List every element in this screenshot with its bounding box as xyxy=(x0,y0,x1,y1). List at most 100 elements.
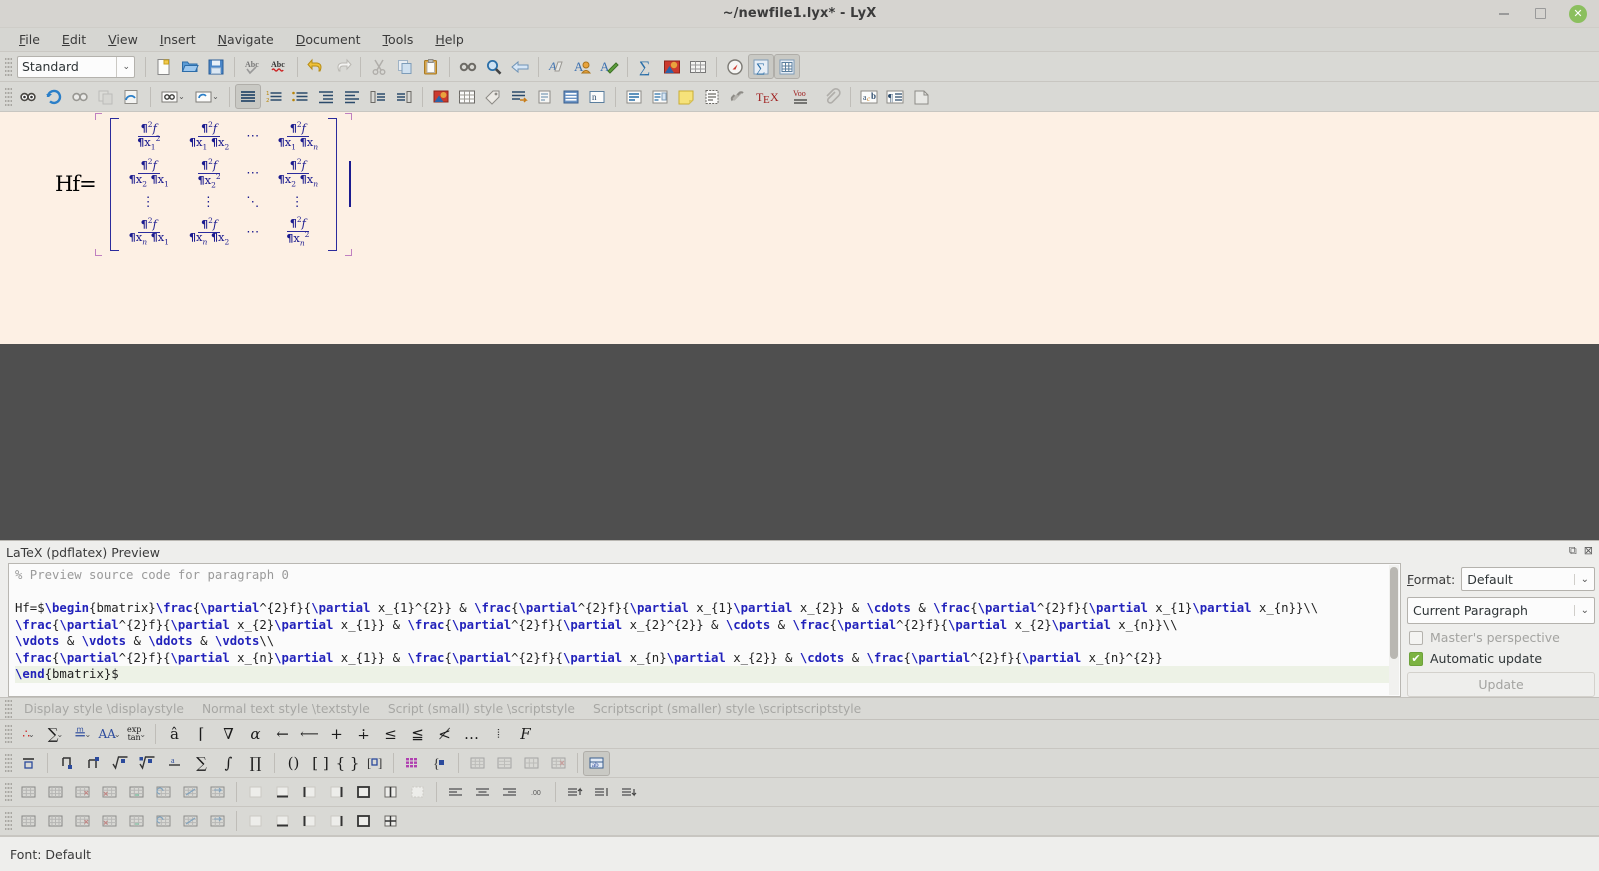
math-script-font-icon[interactable]: F xyxy=(512,722,539,747)
back-arrow-icon[interactable] xyxy=(507,54,533,79)
table-add-col-left-icon[interactable] xyxy=(42,780,69,805)
table-align-left-icon[interactable] xyxy=(442,780,469,805)
insert-toc-icon[interactable]: Voo xyxy=(785,84,819,109)
insert-citation-icon[interactable] xyxy=(532,84,558,109)
insert-box-icon[interactable] xyxy=(699,84,725,109)
cut-icon[interactable] xyxy=(366,54,392,79)
matrix-cell[interactable]: ¶2f¶x2 ¶x1 xyxy=(119,155,179,192)
toolbar-grip[interactable] xyxy=(5,699,12,719)
view-other-format-icon[interactable] xyxy=(119,84,145,109)
table-rotate-cell-icon[interactable] xyxy=(150,780,177,805)
new-document-icon[interactable] xyxy=(151,54,177,79)
math-superscript-icon[interactable] xyxy=(80,751,107,776)
matrix-cell[interactable]: ¶2f¶x1 ¶x2 xyxy=(179,118,239,155)
math-operator-plus-icon[interactable]: + xyxy=(323,722,350,747)
math-dot-operator-icon[interactable]: ∔ xyxy=(350,722,377,747)
matrix-cell[interactable]: ¶2f¶x22 xyxy=(179,155,239,192)
table-valign-bottom-icon[interactable] xyxy=(615,780,642,805)
float-panel-icon[interactable]: ⧉ xyxy=(1569,544,1577,558)
view-master-icon[interactable] xyxy=(67,84,93,109)
scrollbar-thumb[interactable] xyxy=(1390,567,1398,659)
open-document-icon[interactable] xyxy=(177,54,203,79)
insert-note-icon[interactable] xyxy=(673,84,699,109)
spellcheck-icon[interactable]: Abc xyxy=(240,54,266,79)
menu-view[interactable]: View xyxy=(97,29,149,50)
update-format-dropdown-icon[interactable]: ⌄ xyxy=(190,84,224,109)
thesaurus-icon[interactable]: Abc xyxy=(266,54,292,79)
menu-document[interactable]: Document xyxy=(285,29,372,50)
insert-file-icon[interactable] xyxy=(819,84,845,109)
math-relation-leq-icon[interactable]: ≦ xyxy=(404,722,431,747)
insert-table-icon[interactable] xyxy=(454,84,480,109)
matrix-cell[interactable]: ¶2f¶x1 ¶xn xyxy=(268,118,328,155)
toolbar-grip[interactable] xyxy=(5,87,12,107)
toggle-table-toolbar-icon[interactable] xyxy=(774,54,800,79)
table-border-right-icon[interactable] xyxy=(323,780,350,805)
math-subscript-icon[interactable] xyxy=(53,751,80,776)
style-scriptscriptstyle[interactable]: Scriptscript (smaller) style \scriptscri… xyxy=(584,702,870,716)
insert-crossref-icon[interactable] xyxy=(506,84,532,109)
toolbar-grip[interactable] xyxy=(5,782,12,802)
table-align-right-icon[interactable] xyxy=(496,780,523,805)
table-swap-icon[interactable] xyxy=(204,780,231,805)
math-relation-less-icon[interactable]: ≤ xyxy=(377,722,404,747)
insert-graphics-icon[interactable] xyxy=(428,84,454,109)
insert-nomenclature-icon[interactable]: n xyxy=(584,84,610,109)
paste-icon[interactable] xyxy=(418,54,444,79)
table-add-row-above-icon[interactable] xyxy=(15,780,42,805)
math-parens-icon[interactable]: () xyxy=(280,751,307,776)
table2-col-icon[interactable] xyxy=(42,809,69,834)
insert-footnote-icon[interactable] xyxy=(621,84,647,109)
document-work-area[interactable]: Hf= ¶2f¶x12 ¶2f¶x1 ¶x2 ⋯ ¶2f¶x1 ¶xn xyxy=(0,112,1599,344)
table2-border-left-icon[interactable] xyxy=(296,809,323,834)
table-border-all-icon[interactable] xyxy=(350,780,377,805)
menu-edit[interactable]: Edit xyxy=(51,29,97,50)
math-functions-icon[interactable]: exptan⌄ xyxy=(123,722,150,747)
matrix-cell[interactable]: ¶2f¶xn ¶x2 xyxy=(179,213,239,250)
math-misc-dots-icon[interactable]: … xyxy=(458,722,485,747)
copy-icon[interactable] xyxy=(392,54,418,79)
matrix-cell-vdots[interactable]: ⋮ xyxy=(268,192,328,213)
description-list-icon[interactable] xyxy=(313,84,339,109)
table-valign-top-icon[interactable] xyxy=(561,780,588,805)
insert-math-icon[interactable]: ∑ xyxy=(633,54,659,79)
view-format-dropdown-icon[interactable]: ⌄ xyxy=(156,84,190,109)
table2-multicol-icon[interactable] xyxy=(204,809,231,834)
math-long-arrow-icon[interactable]: ⟵ xyxy=(296,722,323,747)
close-button[interactable]: ✕ xyxy=(1569,5,1587,23)
list-environment-icon[interactable] xyxy=(339,84,365,109)
redo-icon[interactable] xyxy=(329,54,355,79)
matrix-cell-ddots[interactable]: ⋱ xyxy=(239,192,268,213)
insert-tex-code-icon[interactable]: TEX xyxy=(751,84,785,109)
minimize-button[interactable] xyxy=(1495,5,1512,22)
insert-index-icon[interactable] xyxy=(558,84,584,109)
table2-border-right-icon[interactable] xyxy=(323,809,350,834)
table-border-clear-icon[interactable] xyxy=(404,780,431,805)
math-matrix-rows-icon[interactable] xyxy=(518,751,545,776)
math-fraction-icon[interactable]: ≞⌄ xyxy=(69,722,96,747)
undo-icon[interactable] xyxy=(303,54,329,79)
math-spacing-icon[interactable]: ⦙ xyxy=(485,722,512,747)
math-greek-alpha-icon[interactable]: α xyxy=(242,722,269,747)
automatic-update-checkbox[interactable]: ✔ xyxy=(1409,652,1423,666)
matrix-cell[interactable]: ¶2f¶x2 ¶xn xyxy=(268,155,328,192)
insert-hyperlink-icon[interactable] xyxy=(725,84,751,109)
table2-del-row-icon[interactable] xyxy=(69,809,96,834)
math-brackets-icon[interactable]: [ ] xyxy=(307,751,334,776)
style-textstyle[interactable]: Normal text style \textstyle xyxy=(193,702,379,716)
toolbar-grip[interactable] xyxy=(5,724,12,744)
table-border-bottom-icon[interactable] xyxy=(269,780,296,805)
toggle-outline-icon[interactable] xyxy=(722,54,748,79)
toggle-math-toolbar-icon[interactable]: ∑ xyxy=(748,54,774,79)
math-delim-pair-icon[interactable]: [] xyxy=(361,751,388,776)
toolbar-grip[interactable] xyxy=(5,811,12,831)
bullet-list-icon[interactable] xyxy=(287,84,313,109)
text-style-icon[interactable]: acb xyxy=(856,84,882,109)
source-code-view[interactable]: % Preview source code for paragraph 0 Hf… xyxy=(8,563,1401,697)
matrix-cell-cdots[interactable]: ⋯ xyxy=(239,155,268,192)
increase-depth-icon[interactable] xyxy=(365,84,391,109)
update-master-icon[interactable] xyxy=(93,84,119,109)
math-overline-icon[interactable] xyxy=(15,751,42,776)
math-matrix-grid-icon[interactable] xyxy=(399,751,426,776)
table2-merge-icon[interactable] xyxy=(123,809,150,834)
